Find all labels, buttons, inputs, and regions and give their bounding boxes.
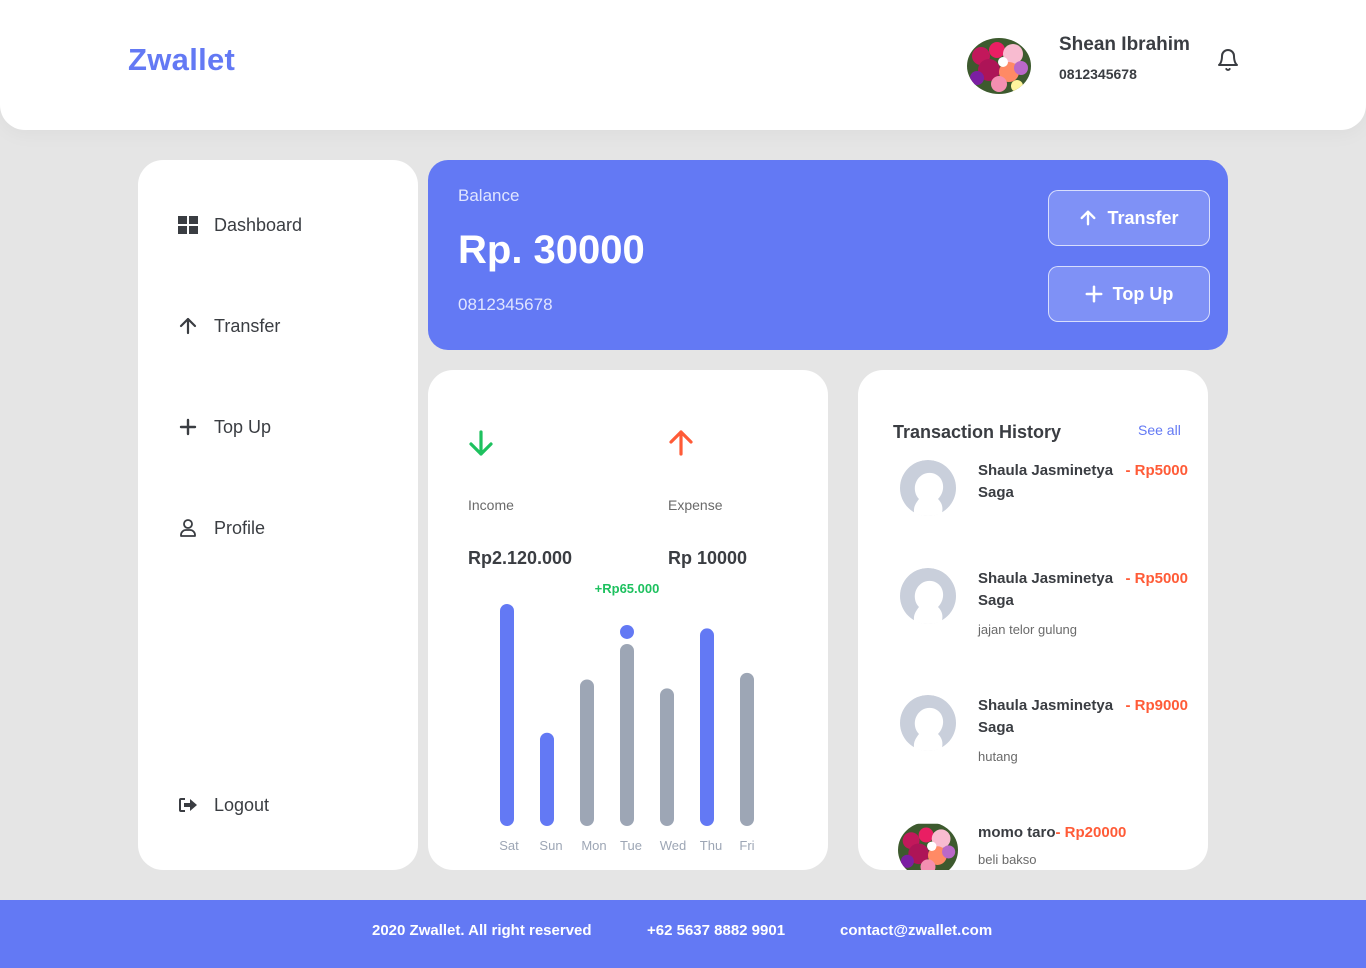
chart-bar-fri[interactable] (740, 672, 754, 826)
chart-tick-label: Wed (660, 838, 687, 853)
transaction-amount: - Rp5000 (1125, 570, 1188, 587)
chart-bar-thu[interactable] (700, 628, 714, 826)
sidebar: Dashboard Transfer Top Up Profile Logout (138, 160, 418, 870)
transaction-note: beli bakso (978, 852, 1037, 867)
default-user-avatar (898, 568, 958, 624)
chart-tick-label: Sat (499, 838, 519, 853)
arrow-up-icon (1079, 209, 1097, 227)
default-user-avatar (898, 460, 958, 516)
chart-bar-sun[interactable] (540, 732, 554, 826)
transaction-amount: - Rp5000 (1125, 462, 1188, 479)
weekly-bar-chart: Sat Sun Mon Tue +Rp65.000 Wed Thu Fri (499, 581, 754, 853)
chart-tick-label: Thu (700, 838, 722, 853)
sidebar-item-transfer[interactable]: Transfer (176, 314, 280, 338)
chart-tick-label: Mon (581, 838, 606, 853)
chart-bar-sat[interactable] (500, 604, 514, 826)
app-logo[interactable]: Zwallet (128, 42, 235, 78)
sidebar-item-dashboard[interactable]: Dashboard (176, 213, 302, 237)
sidebar-item-label: Logout (214, 794, 270, 815)
chart-tick-label: Fri (739, 838, 754, 853)
sidebar-item-topup[interactable]: Top Up (176, 415, 271, 439)
topup-button[interactable]: Top Up (1048, 266, 1210, 322)
footer-phone[interactable]: +62 5637 8882 9901 (647, 922, 785, 939)
sidebar-item-label: Transfer (214, 315, 281, 336)
top-header: Zwallet Shean Ibrahim 0812345678 (0, 0, 1366, 130)
chart-tick-label: Sun (539, 838, 562, 853)
transaction-name: momo taro- Rp20000 (978, 822, 1126, 844)
footer: 2020 Zwallet. All right reserved +62 563… (0, 900, 1366, 968)
bell-icon[interactable] (1216, 47, 1240, 73)
sidebar-item-label: Top Up (214, 416, 272, 437)
transaction-note: jajan telor gulung (978, 622, 1078, 637)
user-avatar[interactable] (967, 38, 1031, 94)
balance-card: Balance Rp. 30000 0812345678 Transfer To… (428, 160, 1228, 350)
income-expense-card: Income Expense Rp2.120.000 Rp 10000 Sat S… (428, 370, 828, 870)
topup-button-label: Top Up (1112, 283, 1174, 304)
balance-amount: Rp. 30000 (458, 228, 645, 272)
plus-icon (176, 415, 200, 439)
chart-bar-tue[interactable] (620, 643, 634, 826)
footer-copyright: 2020 Zwallet. All right reserved (372, 922, 592, 939)
chart-highlight-label: +Rp65.000 (595, 581, 660, 596)
sidebar-item-label: Profile (214, 517, 266, 538)
transaction-name-text: momo taro (978, 824, 1056, 841)
user-name: Shean Ibrahim (1059, 34, 1190, 55)
plus-icon (1085, 285, 1103, 303)
chart-tick-label: Tue (620, 838, 642, 853)
sidebar-item-logout[interactable]: Logout (176, 793, 269, 817)
chart-bar-wed[interactable] (660, 688, 674, 826)
balance-phone: 0812345678 (458, 295, 553, 314)
flower-photo-avatar (898, 822, 958, 870)
transfer-button[interactable]: Transfer (1048, 190, 1210, 246)
transaction-name: Shaula Jasminetya Saga (978, 570, 1114, 609)
footer-email[interactable]: contact@zwallet.com (840, 922, 992, 939)
logout-icon (176, 793, 200, 817)
transaction-note: hutang (978, 749, 1018, 764)
transaction-name: Shaula Jasminetya Saga (978, 462, 1114, 501)
user-icon (176, 516, 200, 540)
transaction-amount: - Rp20000 (1055, 824, 1127, 841)
sidebar-item-label: Dashboard (214, 214, 303, 235)
see-all-link[interactable]: See all (1138, 422, 1181, 438)
history-title: Transaction History (893, 422, 1062, 442)
sidebar-item-profile[interactable]: Profile (176, 516, 265, 540)
chart-highlight-dot (620, 624, 634, 639)
transaction-name: Shaula Jasminetya Saga (978, 697, 1114, 736)
balance-label: Balance (458, 186, 520, 205)
transfer-button-label: Transfer (1107, 207, 1179, 228)
transaction-amount: - Rp9000 (1125, 697, 1188, 714)
transaction-history-card: Transaction History See all Shaula Jasmi… (858, 370, 1208, 870)
grid-icon (176, 213, 200, 237)
user-phone: 0812345678 (1059, 66, 1137, 82)
chart-bar-mon[interactable] (580, 679, 594, 826)
arrow-up-icon (176, 314, 200, 338)
default-user-avatar (898, 695, 958, 751)
